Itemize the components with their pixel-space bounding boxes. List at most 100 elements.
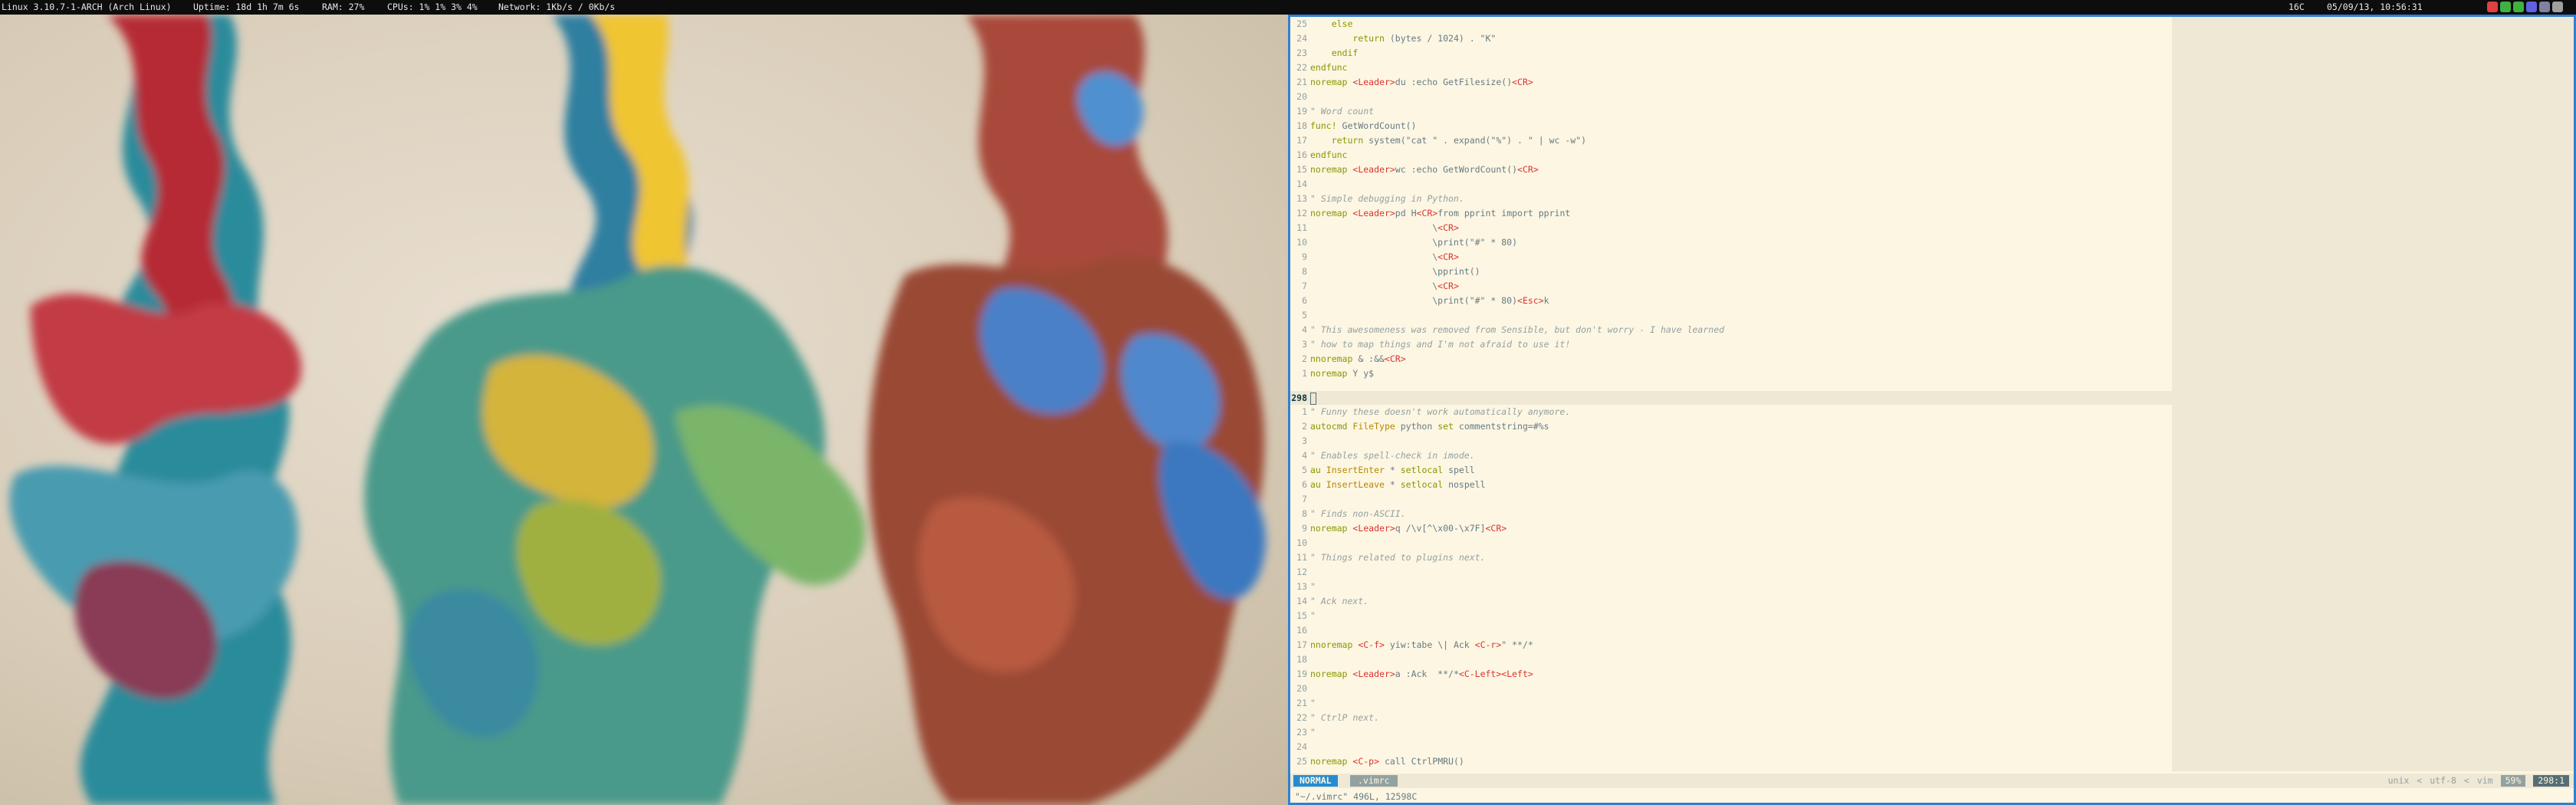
line-number: 24 [1296, 33, 1307, 44]
code-line[interactable]: 14 [1290, 177, 2574, 192]
code-line[interactable]: 23 endif [1290, 46, 2574, 61]
code-line[interactable]: 9 \<CR> [1290, 250, 2574, 264]
line-text: endfunc [1310, 62, 1348, 73]
line-text: " CtrlP next. [1310, 712, 1380, 723]
line-number: 25 [1296, 18, 1307, 29]
desktop-wallpaper [0, 15, 1288, 805]
line-number: 4 [1302, 450, 1307, 461]
code-line[interactable]: 13 " [1290, 580, 2574, 594]
code-line[interactable]: 17 return system("cat " . expand("%") . … [1290, 133, 2574, 148]
code-line[interactable]: 25 noremap <C-p> call CtrlPMRU() [1290, 754, 2574, 769]
code-line[interactable]: 17 nnoremap <C-f> yiw:tabe \| Ack <C-r>" … [1290, 638, 2574, 652]
code-line[interactable]: 11 " Things related to plugins next. [1290, 550, 2574, 565]
tray-icon-lock[interactable] [2539, 2, 2550, 12]
code-line[interactable]: 18 func! GetWordCount() [1290, 119, 2574, 133]
line-text: au InsertLeave * setlocal nospell [1310, 479, 1486, 490]
code-line[interactable]: 2 autocmd FileType python set commentstri… [1290, 419, 2574, 434]
tray-icon-trash[interactable] [2552, 2, 2563, 12]
file-name: .vimrc [1350, 775, 1398, 787]
code-line[interactable]: 24 [1290, 740, 2574, 754]
terminal-window[interactable]: 25 else 24 return (bytes / 1024) . "K" 23 … [1288, 15, 2576, 805]
code-line[interactable]: 6 \print("#" * 80)<Esc>k [1290, 294, 2574, 308]
code-line[interactable]: 1 noremap Y y$ [1290, 366, 2574, 381]
line-text: " how to map things and I'm not afraid t… [1310, 339, 1571, 350]
line-text: noremap <C-p> call CtrlPMRU() [1310, 756, 1464, 767]
line-number: 21 [1296, 77, 1307, 87]
scroll-percent: 59% [2500, 775, 2526, 787]
file-type: vim [2476, 775, 2493, 786]
vim-split-bottom[interactable]: 1 " Funny these doesn't work automaticall… [1290, 405, 2574, 771]
line-number: 18 [1296, 120, 1307, 131]
code-line[interactable]: 24 return (bytes / 1024) . "K" [1290, 31, 2574, 46]
code-line[interactable]: 16 [1290, 623, 2574, 638]
line-number: 18 [1296, 654, 1307, 665]
line-text: nnoremap <C-f> yiw:tabe \| Ack <C-r>" **… [1310, 639, 1533, 650]
line-text: " Ack next. [1310, 596, 1369, 606]
tray-icon-update[interactable] [2500, 2, 2511, 12]
ink-clouds-image [9, 15, 1266, 805]
line-number: 17 [1296, 639, 1307, 650]
cursor-line[interactable]: 298 [1290, 391, 2574, 405]
code-line[interactable]: 21 " [1290, 696, 2574, 711]
code-line[interactable]: 20 [1290, 90, 2574, 104]
code-line[interactable]: 19 noremap <Leader>a :Ack **/*<C-Left><Le… [1290, 667, 2574, 682]
code-line[interactable]: 22 " CtrlP next. [1290, 711, 2574, 725]
code-line[interactable]: 2 nnoremap & :&&<CR> [1290, 352, 2574, 366]
code-line[interactable]: 6 au InsertLeave * setlocal nospell [1290, 478, 2574, 492]
code-line[interactable]: 13 " Simple debugging in Python. [1290, 192, 2574, 206]
tray-icon-chat[interactable] [2526, 2, 2537, 12]
code-line[interactable]: 10 [1290, 536, 2574, 550]
line-number: 15 [1296, 610, 1307, 621]
line-number: 4 [1302, 324, 1307, 335]
line-text: func! GetWordCount() [1310, 120, 1417, 131]
vim-command-line[interactable]: "~/.vimrc" 496L, 12598C [1295, 790, 1417, 803]
code-line[interactable]: 4 " Enables spell-check in imode. [1290, 449, 2574, 463]
code-line[interactable]: 20 [1290, 682, 2574, 696]
code-line[interactable]: 10 \print("#" * 80) [1290, 235, 2574, 250]
code-line[interactable]: 22 endfunc [1290, 61, 2574, 75]
code-line[interactable]: 3 [1290, 434, 2574, 449]
line-number: 24 [1296, 741, 1307, 752]
line-number: 1 [1302, 406, 1307, 417]
line-number: 13 [1296, 193, 1307, 204]
code-line[interactable]: 18 [1290, 652, 2574, 667]
code-line[interactable]: 5 [1290, 308, 2574, 323]
code-line[interactable]: 4 " This awesomeness was removed from Sen… [1290, 323, 2574, 337]
line-text: noremap <Leader>pd H<CR>from pprint impo… [1310, 208, 1571, 219]
line-number: 16 [1296, 150, 1307, 160]
code-line[interactable]: 1 " Funny these doesn't work automaticall… [1290, 405, 2574, 419]
code-line[interactable]: 23 " [1290, 725, 2574, 740]
temperature-info: 16C [2288, 2, 2305, 12]
line-text: " Word count [1310, 106, 1375, 117]
code-line[interactable]: 8 " Finds non-ASCII. [1290, 507, 2574, 521]
tray-icon-power[interactable] [2487, 2, 2498, 12]
code-line[interactable]: 5 au InsertEnter * setlocal spell [1290, 463, 2574, 478]
line-number: 19 [1296, 106, 1307, 117]
top-status-bar: Linux 3.10.7-1-ARCH (Arch Linux) Uptime:… [0, 0, 2576, 15]
tray-icon-network[interactable] [2513, 2, 2524, 12]
line-text: \<CR> [1310, 222, 1459, 233]
line-number: 10 [1296, 537, 1307, 548]
code-line[interactable]: 8 \pprint() [1290, 264, 2574, 279]
code-line[interactable]: 15 noremap <Leader>wc :echo GetWordCount(… [1290, 163, 2574, 177]
code-line[interactable]: 12 [1290, 565, 2574, 580]
code-line[interactable]: 7 [1290, 492, 2574, 507]
line-text: " Simple debugging in Python. [1310, 193, 1464, 204]
code-line[interactable]: 14 " Ack next. [1290, 594, 2574, 609]
code-line[interactable]: 3 " how to map things and I'm not afraid … [1290, 337, 2574, 352]
code-line[interactable]: 12 noremap <Leader>pd H<CR>from pprint im… [1290, 206, 2574, 221]
code-line[interactable]: 7 \<CR> [1290, 279, 2574, 294]
code-line[interactable]: 25 else [1290, 17, 2574, 31]
code-line[interactable]: 16 endfunc [1290, 148, 2574, 163]
line-number: 20 [1296, 683, 1307, 694]
code-line[interactable]: 19 " Word count [1290, 104, 2574, 119]
line-number: 8 [1302, 508, 1307, 519]
line-text: \<CR> [1310, 281, 1459, 291]
line-number: 8 [1302, 266, 1307, 277]
code-line[interactable]: 21 noremap <Leader>du :echo GetFilesize()… [1290, 75, 2574, 90]
line-text: " Funny these doesn't work automatically… [1310, 406, 1571, 417]
code-line[interactable]: 15 " [1290, 609, 2574, 623]
code-line[interactable]: 11 \<CR> [1290, 221, 2574, 235]
vim-split-top[interactable]: 25 else 24 return (bytes / 1024) . "K" 23 … [1290, 17, 2574, 391]
code-line[interactable]: 9 noremap <Leader>q /\v[^\x00-\x7F]<CR> [1290, 521, 2574, 536]
